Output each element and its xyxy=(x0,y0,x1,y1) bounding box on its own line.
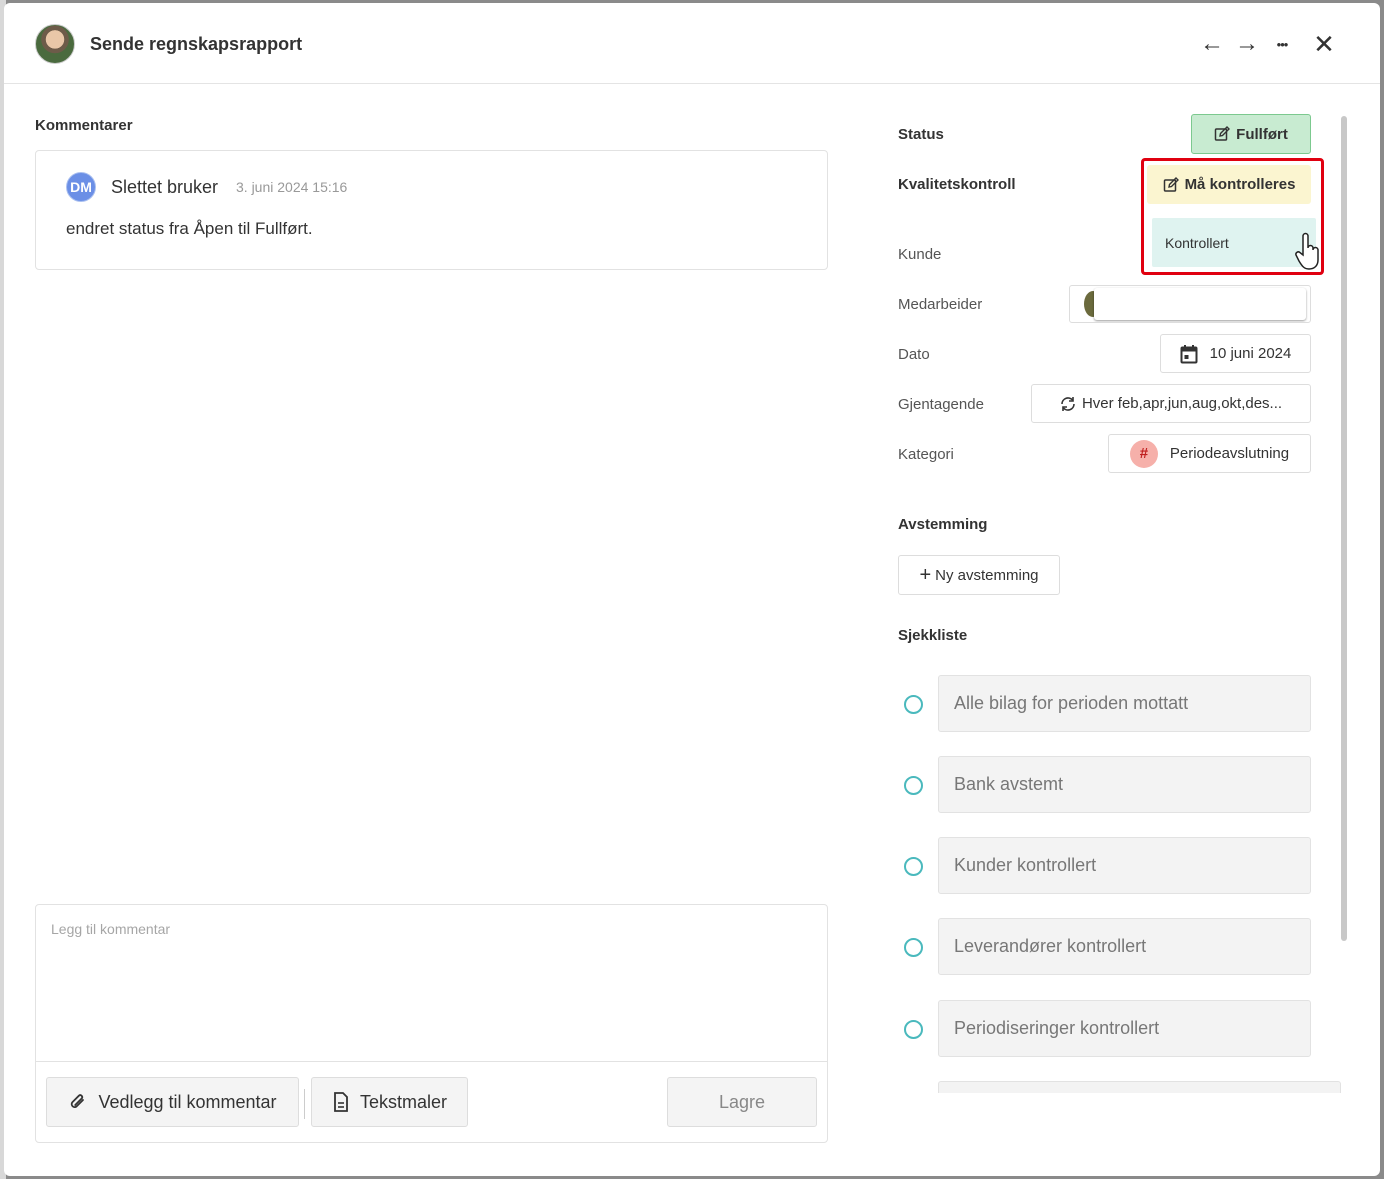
document-icon xyxy=(334,1092,348,1112)
check-circle-icon[interactable] xyxy=(904,1020,923,1039)
task-modal: Sende regnskapsrapport ← → ••• ✕ Komment… xyxy=(4,3,1380,1176)
assignee-avatar[interactable] xyxy=(35,24,75,64)
attach-button[interactable]: Vedlegg til kommentar xyxy=(46,1077,299,1127)
comment-input[interactable] xyxy=(36,905,827,1062)
plus-icon: + xyxy=(919,564,932,586)
comment-author: Slettet bruker xyxy=(111,177,219,197)
checklist-item-text[interactable]: Kunder kontrollert xyxy=(938,837,1311,894)
checklist-heading: Sjekkliste xyxy=(898,627,968,644)
new-reconciliation-label: Ny avstemming xyxy=(935,566,1039,584)
status-value: Fullført xyxy=(1236,125,1288,143)
qc-label: Kvalitetskontroll xyxy=(898,176,1016,193)
scrollbar[interactable] xyxy=(1341,116,1347,941)
modal-header: Sende regnskapsrapport ← → ••• ✕ xyxy=(4,3,1380,84)
button-divider xyxy=(304,1089,305,1119)
comment-composer: Vedlegg til kommentar Tekstmaler Lagre xyxy=(35,904,828,1143)
checklist-item-text[interactable]: Periodiseringer kontrollert xyxy=(938,1000,1311,1057)
customer-label: Kunde xyxy=(898,246,942,263)
date-label: Dato xyxy=(898,346,930,363)
checklist-item: Bank avstemt xyxy=(898,756,1311,813)
comment-timestamp: 3. juni 2024 15:16 xyxy=(236,179,348,195)
templates-button[interactable]: Tekstmaler xyxy=(311,1077,468,1127)
category-label: Kategori xyxy=(898,446,954,463)
employee-label: Medarbeider xyxy=(898,296,983,313)
attach-label: Vedlegg til kommentar xyxy=(98,1091,277,1112)
new-reconciliation-button[interactable]: + Ny avstemming xyxy=(898,555,1060,595)
checklist-item-text[interactable]: Alle bilag for perioden mottatt xyxy=(938,675,1311,732)
check-circle-icon[interactable] xyxy=(904,938,923,957)
status-button[interactable]: Fullført xyxy=(1191,114,1311,154)
comment-avatar: DM xyxy=(66,172,96,202)
check-circle-icon[interactable] xyxy=(904,857,923,876)
employee-name-mask xyxy=(1094,288,1306,320)
calendar-icon xyxy=(1180,344,1198,363)
close-icon[interactable]: ✕ xyxy=(1310,29,1338,59)
repeat-icon xyxy=(1061,396,1075,411)
checklist-item: Leverandører kontrollert xyxy=(898,918,1311,975)
reconciliation-heading: Avstemming xyxy=(898,516,988,533)
comment-card: DM Slettet bruker 3. juni 2024 15:16 end… xyxy=(35,150,828,270)
checklist-item: Kunder kontrollert xyxy=(898,837,1311,894)
templates-label: Tekstmaler xyxy=(359,1091,448,1112)
checklist-item-text[interactable]: Leverandører kontrollert xyxy=(938,918,1311,975)
checklist-item-text[interactable]: Bank avstemt xyxy=(938,756,1311,813)
check-circle-icon[interactable] xyxy=(904,776,923,795)
edit-icon xyxy=(1214,126,1231,141)
recurring-label: Gjentagende xyxy=(898,396,984,413)
arrow-left-icon[interactable]: ← xyxy=(1200,29,1224,59)
date-value: 10 juni 2024 xyxy=(1209,345,1292,362)
recurring-selector[interactable]: Hver feb,apr,jun,aug,okt,des... xyxy=(1031,384,1311,423)
employee-selector[interactable] xyxy=(1069,285,1311,323)
checklist-item: Periodiseringer kontrollert xyxy=(898,1000,1311,1057)
hand-cursor-icon xyxy=(1295,232,1319,270)
arrow-right-icon[interactable]: → xyxy=(1235,29,1259,59)
comment-text: endret status fra Åpen til Fullført. xyxy=(66,219,313,238)
checklist-item: Alle bilag for perioden mottatt xyxy=(898,675,1311,732)
check-circle-icon[interactable] xyxy=(904,695,923,714)
more-icon[interactable]: ••• xyxy=(1269,29,1295,59)
page-title: Sende regnskapsrapport xyxy=(90,34,303,54)
status-label: Status xyxy=(898,126,944,143)
save-button[interactable]: Lagre xyxy=(667,1077,817,1127)
date-picker[interactable]: 10 juni 2024 xyxy=(1160,334,1311,373)
checklist-item-partial xyxy=(938,1081,1341,1093)
hashtag-icon: # xyxy=(1129,439,1158,468)
paperclip-icon xyxy=(71,1094,85,1108)
category-selector[interactable]: # Periodeavslutning xyxy=(1108,434,1311,473)
comments-heading: Kommentarer xyxy=(35,117,133,134)
recurring-value: Hver feb,apr,jun,aug,okt,des... xyxy=(1081,395,1283,412)
category-value: Periodeavslutning xyxy=(1169,445,1290,462)
